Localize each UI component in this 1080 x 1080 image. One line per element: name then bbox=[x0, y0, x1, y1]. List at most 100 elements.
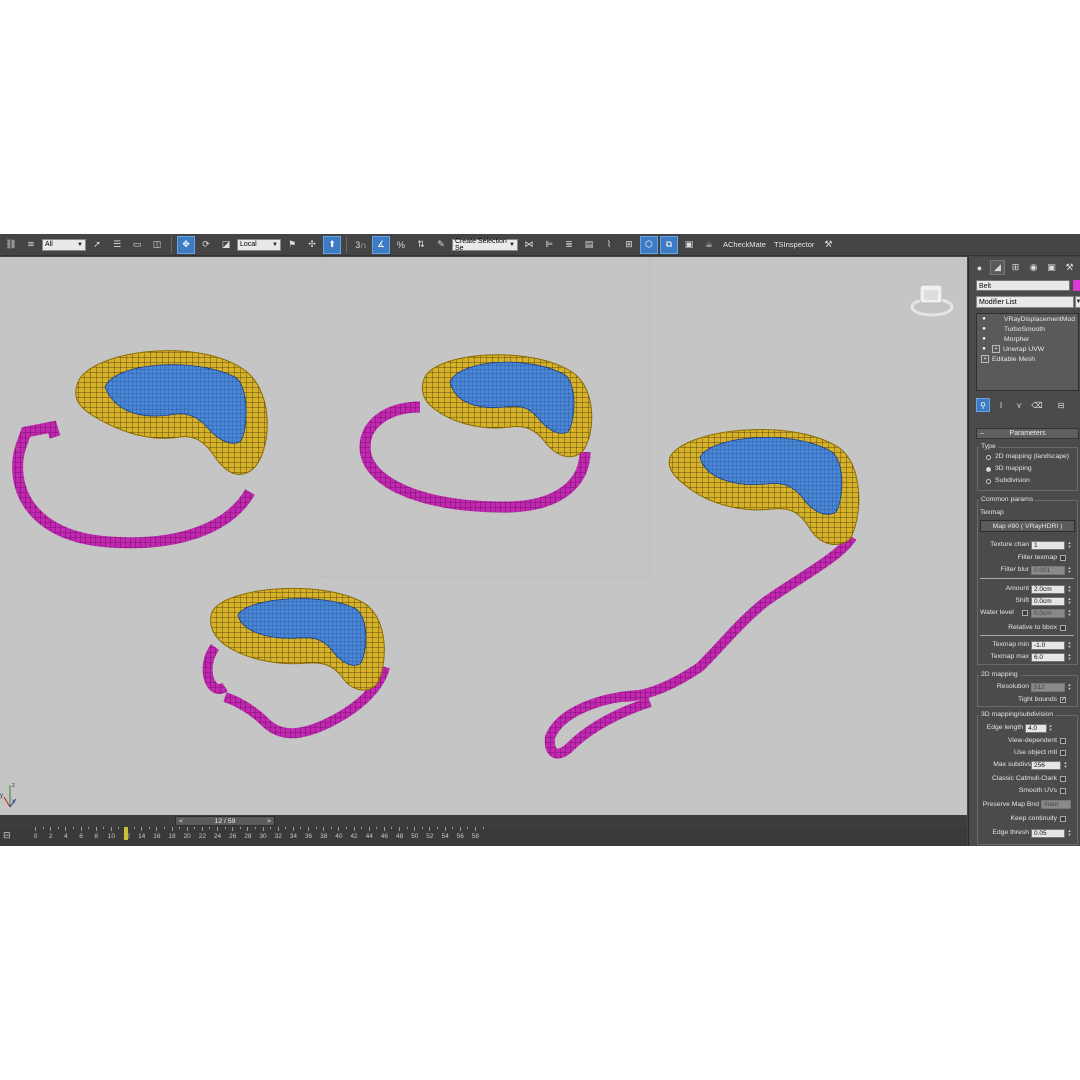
motion-tab-icon[interactable]: ◉ bbox=[1026, 260, 1041, 275]
lightbulb-icon[interactable]: ● bbox=[980, 336, 988, 342]
named-selection-dropdown[interactable]: Create Selection Se ▼ bbox=[452, 238, 518, 252]
tsinspector-button[interactable]: TSInspector bbox=[771, 240, 817, 249]
object-name-field[interactable]: Belt bbox=[976, 280, 1070, 291]
modify-tab-icon[interactable]: ◢ bbox=[990, 260, 1005, 275]
goggles-model[interactable] bbox=[544, 429, 860, 759]
pin-stack-icon[interactable]: ⚲ bbox=[976, 398, 990, 412]
smooth-uvs-checkbox[interactable] bbox=[1060, 788, 1066, 794]
lightbulb-icon[interactable]: ● bbox=[980, 316, 988, 322]
schematic-view-icon[interactable]: ⊞ bbox=[620, 236, 638, 254]
mini-curve-editor-icon[interactable]: ⊟ bbox=[3, 830, 11, 841]
water-level-checkbox[interactable] bbox=[1022, 610, 1028, 616]
render-teapot-icon[interactable]: ☕ bbox=[700, 236, 718, 254]
amount-spinner[interactable]: 2.0cm bbox=[1031, 585, 1065, 594]
time-next-button[interactable]: > bbox=[267, 818, 271, 825]
stack-item[interactable]: ● + Unwrap UVW bbox=[977, 344, 1078, 354]
stack-item[interactable]: ● VRayDisplacementMod bbox=[977, 314, 1078, 324]
relative-bbox-checkbox[interactable] bbox=[1060, 625, 1066, 631]
render-setup-icon[interactable]: ⧉ bbox=[660, 235, 678, 254]
radio-3d-mapping[interactable] bbox=[986, 467, 991, 472]
radio-2d-mapping[interactable] bbox=[986, 455, 991, 460]
texmap-min-spinner[interactable]: -1.0 bbox=[1031, 641, 1065, 650]
create-tab-icon[interactable]: ● bbox=[972, 260, 987, 275]
stack-item[interactable]: ● TurboSmooth bbox=[977, 324, 1078, 334]
view-dependent-checkbox[interactable] bbox=[1060, 738, 1066, 744]
select-manipulate-icon[interactable]: ✣ bbox=[303, 236, 321, 254]
snap-toggle-icon[interactable]: 3 ∩ bbox=[352, 236, 370, 254]
material-editor-icon[interactable]: ⬡ bbox=[640, 235, 658, 254]
angle-snap-icon[interactable]: ∡ bbox=[372, 235, 390, 254]
spinner-arrows-icon[interactable]: ▲ ▼ bbox=[1067, 541, 1072, 550]
spinner-arrows-icon[interactable]: ▲ ▼ bbox=[1067, 585, 1072, 594]
selection-filter-dropdown[interactable]: All ▼ bbox=[42, 238, 86, 251]
keyboard-shortcut-override-icon[interactable]: ⬆ bbox=[323, 235, 341, 254]
water-level-spinner[interactable]: 0.0cm bbox=[1031, 609, 1065, 618]
lightbulb-icon[interactable]: ● bbox=[980, 346, 988, 352]
make-unique-icon[interactable]: ⋎ bbox=[1012, 398, 1026, 412]
filter-blur-spinner[interactable]: 0.001 bbox=[1031, 566, 1065, 575]
tight-bounds-checkbox[interactable]: ✓ bbox=[1060, 697, 1066, 703]
goggles-model[interactable] bbox=[359, 354, 593, 513]
rect-selection-icon[interactable]: ▭ bbox=[128, 236, 146, 254]
show-end-result-icon[interactable]: Ⅰ bbox=[994, 398, 1008, 412]
use-object-mtl-checkbox[interactable] bbox=[1060, 750, 1066, 756]
edge-length-spinner[interactable]: 4.0 bbox=[1025, 724, 1047, 733]
link-icon[interactable]: ⛓ bbox=[2, 236, 20, 254]
goggles-model[interactable] bbox=[12, 350, 268, 549]
spinner-arrows-icon[interactable]: ▲ ▼ bbox=[1067, 597, 1072, 606]
curve-editor-icon[interactable]: ⌇ bbox=[600, 236, 618, 254]
spinner-arrows-icon[interactable]: ▲ ▼ bbox=[1067, 683, 1072, 692]
spinner-arrows-icon[interactable]: ▲ ▼ bbox=[1063, 761, 1068, 770]
perspective-viewport[interactable]: z y x bbox=[0, 257, 967, 815]
spinner-arrows-icon[interactable]: ▲ ▼ bbox=[1067, 829, 1072, 838]
classic-catmull-checkbox[interactable] bbox=[1060, 776, 1066, 782]
edge-thresh-spinner[interactable]: 0.05 bbox=[1031, 829, 1065, 838]
track-bar[interactable]: ⊟ 02468101214161820222426283032343638404… bbox=[0, 827, 967, 846]
texture-chan-spinner[interactable]: 1 bbox=[1031, 541, 1065, 550]
mirror-icon[interactable]: ⋈ bbox=[520, 236, 538, 254]
parameters-rollout-header[interactable]: – Parameters bbox=[976, 428, 1079, 439]
align-icon[interactable]: ⊫ bbox=[540, 236, 558, 254]
object-color-swatch[interactable] bbox=[1073, 280, 1080, 291]
stack-item[interactable]: + Editable Mesh bbox=[977, 354, 1078, 364]
current-frame-marker[interactable] bbox=[124, 827, 129, 840]
chevron-down-icon[interactable]: ▼ bbox=[1075, 296, 1080, 308]
texmap-max-spinner[interactable]: 6.0 bbox=[1031, 653, 1065, 662]
acheckmate-button[interactable]: ACheckMate bbox=[720, 240, 769, 249]
scale-icon[interactable]: ◪ bbox=[217, 236, 235, 254]
goggles-model[interactable] bbox=[202, 587, 390, 739]
utilities-tab-icon[interactable]: ⚒ bbox=[1062, 260, 1077, 275]
preserve-map-bnd-dropdown[interactable]: Interr bbox=[1041, 800, 1071, 809]
select-object-icon[interactable]: ➚ bbox=[88, 236, 106, 254]
expand-icon[interactable]: + bbox=[981, 355, 989, 363]
rendered-frame-window-icon[interactable]: ▣ bbox=[680, 236, 698, 254]
toggle-ribbon-icon[interactable]: ▤ bbox=[580, 236, 598, 254]
move-icon[interactable]: ✥ bbox=[177, 235, 195, 254]
spinner-arrows-icon[interactable]: ▲ ▼ bbox=[1067, 653, 1072, 662]
stack-item[interactable]: ● Morpher bbox=[977, 334, 1078, 344]
remove-modifier-icon[interactable]: ⌫ bbox=[1030, 398, 1044, 412]
shift-spinner[interactable]: 0.0cm bbox=[1031, 597, 1065, 606]
spinner-arrows-icon[interactable]: ▲ ▼ bbox=[1067, 641, 1072, 650]
configure-sets-icon[interactable]: ⊟ bbox=[1054, 398, 1068, 412]
time-prev-button[interactable]: < bbox=[179, 818, 183, 825]
select-by-name-icon[interactable]: ☰ bbox=[108, 236, 126, 254]
spinner-arrows-icon[interactable]: ▲ ▼ bbox=[1067, 566, 1072, 575]
radio-subdivision[interactable] bbox=[986, 479, 991, 484]
reference-coord-dropdown[interactable]: Local ▼ bbox=[237, 238, 281, 251]
layer-explorer-icon[interactable]: ≣ bbox=[560, 236, 578, 254]
filter-texmap-checkbox[interactable] bbox=[1060, 555, 1066, 561]
lightbulb-icon[interactable]: ● bbox=[980, 326, 988, 332]
percent-snap-icon[interactable]: % bbox=[392, 236, 410, 254]
spinner-arrows-icon[interactable]: ▲ ▼ bbox=[1048, 724, 1053, 733]
hierarchy-tab-icon[interactable]: ⊞ bbox=[1008, 260, 1023, 275]
viewcube-icon[interactable] bbox=[910, 284, 954, 317]
hammer-icon[interactable]: ⚒ bbox=[819, 236, 837, 254]
edit-named-selection-icon[interactable]: ✎ bbox=[432, 236, 450, 254]
bind-space-warp-icon[interactable]: ≋ bbox=[22, 236, 40, 254]
keep-continuity-checkbox[interactable] bbox=[1060, 816, 1066, 822]
max-subdivs-spinner[interactable]: 256 bbox=[1031, 761, 1061, 770]
window-crossing-icon[interactable]: ◫ bbox=[148, 236, 166, 254]
spinner-snap-icon[interactable]: ⇅ bbox=[412, 236, 430, 254]
pivot-center-icon[interactable]: ⚑ bbox=[283, 236, 301, 254]
